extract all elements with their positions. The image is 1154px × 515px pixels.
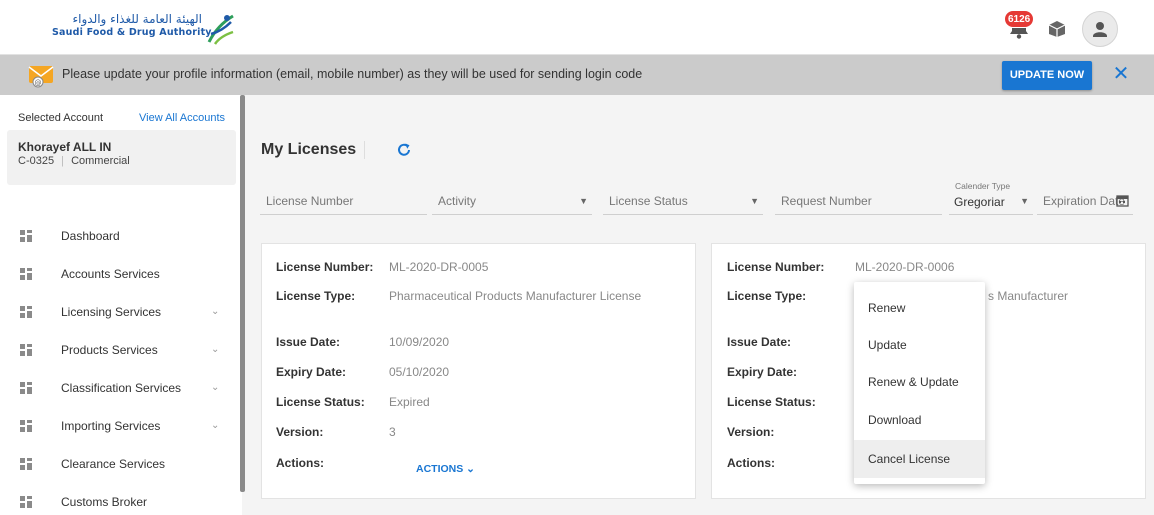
- calendar-type-value: Gregoriar: [954, 195, 1005, 209]
- sidebar-nav-label: Dashboard: [61, 229, 120, 243]
- grid-icon: [20, 496, 32, 508]
- selected-account-label: Selected Account: [18, 112, 104, 124]
- activity-placeholder: Activity: [438, 194, 477, 208]
- license-number-value: ML-2020-DR-0006: [855, 260, 955, 274]
- update-now-button[interactable]: UPDATE NOW: [1002, 61, 1092, 90]
- calendar-icon[interactable]: [1116, 194, 1129, 207]
- license-type-label: License Type:: [727, 289, 807, 303]
- actions-label: Actions:: [276, 456, 324, 470]
- expiry-date-label: Expiry Date:: [276, 365, 347, 379]
- sidebar-nav-item[interactable]: Customs Broker: [0, 487, 236, 515]
- license-number-filter[interactable]: License Number: [260, 188, 427, 215]
- expiry-date-value: 05/10/2020: [389, 365, 450, 379]
- license-number-placeholder: License Number: [266, 194, 354, 208]
- page-title: My Licenses: [261, 141, 357, 158]
- account-id: C-0325: [18, 155, 55, 167]
- sidebar-nav-label: Customs Broker: [61, 495, 148, 509]
- license-status-label: License Status:: [727, 395, 816, 409]
- actions-menu-item[interactable]: Renew & Update: [854, 363, 985, 401]
- actions-menu-item[interactable]: Cancel License: [854, 440, 985, 478]
- sidebar-nav-item[interactable]: Licensing Services ⌄: [0, 297, 236, 327]
- top-header: الهيئة العامة للغذاء والدواء Saudi Food …: [0, 0, 1154, 55]
- sfda-logo[interactable]: الهيئة العامة للغذاء والدواء Saudi Food …: [42, 12, 242, 46]
- profile-update-banner: @ Please update your profile information…: [0, 55, 1154, 95]
- chevron-down-icon: ⌄: [211, 382, 220, 393]
- license-type-value: s Manufacturer: [988, 289, 1069, 303]
- actions-menu-item[interactable]: Download: [854, 401, 985, 439]
- issue-date-label: Issue Date:: [276, 335, 341, 349]
- chevron-down-icon: ▼: [579, 196, 588, 206]
- grid-icon: [20, 344, 32, 356]
- license-status-filter[interactable]: License Status ▼: [603, 188, 763, 215]
- grid-icon: [20, 230, 32, 242]
- sidebar-nav-item[interactable]: Clearance Services: [0, 449, 236, 479]
- version-label: Version:: [276, 425, 324, 439]
- actions-menu-item[interactable]: Update: [854, 326, 985, 364]
- actions-menu-item[interactable]: Renew: [854, 289, 985, 327]
- license-number-label: License Number:: [276, 260, 374, 274]
- sidebar-nav-item[interactable]: Products Services ⌄: [0, 335, 236, 365]
- grid-icon: [20, 420, 32, 432]
- banner-message: Please update your profile information (…: [62, 67, 643, 81]
- activity-filter[interactable]: Activity ▼: [432, 188, 592, 215]
- sidebar-nav-item[interactable]: Classification Services ⌄: [0, 373, 236, 403]
- issue-date-label: Issue Date:: [727, 335, 792, 349]
- sidebar-nav-item[interactable]: Importing Services ⌄: [0, 411, 236, 441]
- logo-arabic-text: الهيئة العامة للغذاء والدواء: [72, 12, 203, 26]
- grid-icon: [20, 306, 32, 318]
- chevron-down-icon: ▼: [1020, 196, 1029, 206]
- grid-icon: [20, 458, 32, 470]
- chevron-down-icon: ⌄: [211, 344, 220, 355]
- version-value: 3: [389, 425, 396, 439]
- chevron-down-icon: ▼: [750, 196, 759, 206]
- view-all-accounts-link[interactable]: View All Accounts: [139, 112, 225, 124]
- grid-icon: [20, 268, 32, 280]
- issue-date-value: 10/09/2020: [389, 335, 450, 349]
- sidebar-nav-label: Clearance Services: [61, 457, 166, 471]
- mail-icon: @: [28, 66, 54, 88]
- expiration-date-filter[interactable]: Expiration Date: [1037, 188, 1133, 215]
- request-number-placeholder: Request Number: [781, 194, 872, 208]
- sidebar-scrollbar[interactable]: [240, 95, 245, 492]
- expiry-date-label: Expiry Date:: [727, 365, 798, 379]
- logo-english-text: Saudi Food & Drug Authority: [52, 27, 212, 38]
- user-avatar[interactable]: [1082, 11, 1118, 47]
- sidebar-nav-label: Products Services: [61, 343, 158, 357]
- sidebar-nav-item[interactable]: Accounts Services: [0, 259, 236, 289]
- svg-text:@: @: [35, 79, 42, 87]
- expiration-date-placeholder: Expiration Date: [1043, 194, 1126, 208]
- grid-icon: [20, 382, 32, 394]
- actions-menu: Renew Update Renew & Update Download Cancel …: [854, 282, 985, 484]
- notification-count-badge: 6126: [1004, 10, 1035, 28]
- license-status-label: License Status:: [276, 395, 365, 409]
- license-number-label: License Number:: [727, 260, 825, 274]
- refresh-icon[interactable]: [395, 141, 413, 159]
- license-status-value: Expired: [389, 395, 430, 409]
- sidebar-nav-label: Accounts Services: [61, 267, 160, 281]
- sidebar-nav-item[interactable]: Dashboard: [0, 221, 236, 251]
- user-icon: [1093, 22, 1107, 37]
- request-number-filter[interactable]: Request Number: [775, 188, 942, 215]
- account-separator: |: [61, 155, 64, 167]
- chevron-down-icon: ⌄: [211, 306, 220, 317]
- account-details: C-0325 | Commercial: [18, 155, 130, 167]
- version-label: Version:: [727, 425, 775, 439]
- sidebar-nav-label: Importing Services: [61, 419, 161, 433]
- close-icon[interactable]: ✕: [1111, 64, 1131, 84]
- logo-mark-icon: [207, 14, 234, 45]
- chevron-down-icon: ⌄: [211, 420, 220, 431]
- sidebar-nav-label: Classification Services: [61, 381, 182, 395]
- sidebar-nav-label: Licensing Services: [61, 305, 162, 319]
- account-type: Commercial: [71, 155, 130, 167]
- license-type-label: License Type:: [276, 289, 356, 303]
- account-name: Khorayef ALL IN: [18, 140, 112, 154]
- actions-label: Actions:: [727, 456, 775, 470]
- license-number-value: ML-2020-DR-0005: [389, 260, 489, 274]
- license-type-value: Pharmaceutical Products Manufacturer Lic…: [389, 289, 642, 303]
- actions-dropdown-button[interactable]: ACTIONS ⌄: [416, 463, 475, 475]
- title-divider: [364, 141, 365, 159]
- package-icon[interactable]: [1047, 20, 1067, 38]
- license-status-placeholder: License Status: [609, 194, 688, 208]
